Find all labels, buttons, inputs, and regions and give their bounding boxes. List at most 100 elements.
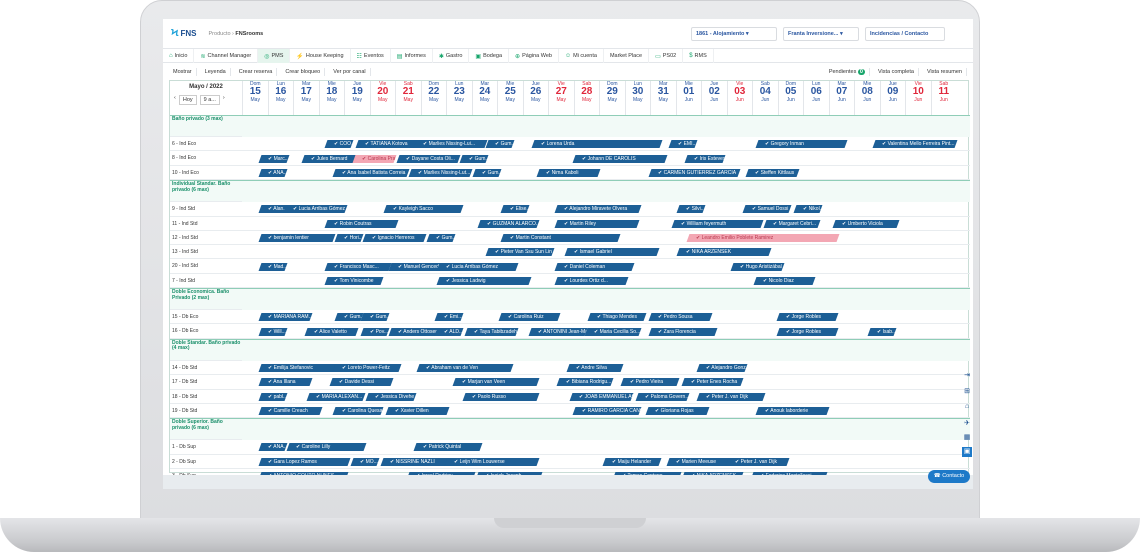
day-header[interactable]: Mar 07 Jun	[828, 81, 855, 115]
booking-bar[interactable]: ✔ Bibiana Rodrigu...	[556, 378, 614, 387]
summary-view-button[interactable]: Vista resumen	[923, 68, 967, 76]
booking-bar[interactable]: ✔ Thiago Mendes	[587, 313, 647, 322]
home-icon[interactable]: ⌂	[962, 403, 972, 413]
booking-bar[interactable]: ✔ Pov...	[360, 327, 389, 336]
day-header[interactable]: Lun 30 May	[624, 81, 651, 115]
booking-bar[interactable]: ✔ COO...	[324, 140, 354, 149]
booking-bar[interactable]: ✔ Carolina Prata S...	[352, 154, 397, 163]
menu-item-p-gina-web[interactable]: ⊕ Página Web	[509, 49, 559, 63]
menu-item-rms[interactable]: $ RMS	[683, 49, 714, 63]
booking-bar[interactable]: ✔ Umberto Viciola	[832, 219, 899, 228]
booking-bar[interactable]: ✔ MO...	[350, 457, 379, 466]
booking-bar[interactable]: ✔ NISSRINE NAZLI	[380, 457, 451, 466]
legend-dropdown[interactable]: Leyenda	[201, 68, 231, 76]
menu-item-ps02[interactable]: ▭ PS02	[649, 49, 684, 63]
booking-bar[interactable]: ✔ benjamin lentier	[258, 233, 336, 242]
booking-bar[interactable]: ✔ Emilija Stefanovic	[258, 364, 341, 373]
day-header[interactable]: Dom 05 Jun	[777, 81, 804, 115]
rate-row[interactable]	[242, 288, 970, 311]
booking-bar[interactable]: ✔ Marjan van Veen	[452, 378, 540, 387]
booking-bar[interactable]: ✔ Peter J. van Dijk	[696, 392, 767, 401]
booking-bar[interactable]: ✔ Steffen Kittlaus	[745, 168, 800, 177]
day-header[interactable]: Vie 27 May	[548, 81, 574, 115]
day-header[interactable]: Mar 17 May	[293, 81, 319, 115]
booking-bar[interactable]: ✔ Lourdes Ortiz d...	[554, 276, 629, 285]
booking-bar[interactable]: ✔ Johann DE CAROLIS	[572, 154, 667, 163]
day-header[interactable]: Jue 26 May	[522, 81, 549, 115]
booking-bar[interactable]: ✔ Gum...	[334, 313, 364, 322]
menu-item-house-keeping[interactable]: ⚡ House Keeping	[290, 49, 351, 63]
booking-bar[interactable]: ✔ Elise...	[500, 205, 530, 214]
booking-bar[interactable]: ✔ Maria Cecilia So...	[584, 327, 642, 336]
booking-bar[interactable]: ✔ Gloriana Rojas	[645, 407, 711, 415]
booking-bar[interactable]: ✔ Gum...	[485, 140, 514, 149]
booking-bar[interactable]: ✔ Gum...	[426, 233, 456, 242]
booking-bar[interactable]: ✔ Jules Bernard	[301, 154, 359, 163]
today-button[interactable]: Hoy	[178, 95, 197, 105]
day-header[interactable]: Lun 16 May	[267, 81, 294, 115]
booking-bar[interactable]: ✔ Pedro Sousa	[648, 313, 713, 322]
day-header[interactable]: Mar 31 May	[650, 81, 676, 115]
booking-bar[interactable]: ✔ ANA...	[258, 168, 287, 177]
booking-bar[interactable]: ✔ GUZMAN ALARCO...	[477, 219, 540, 228]
booking-bar[interactable]: ✔ Tom Vinicombe	[324, 276, 384, 285]
booking-bar[interactable]: ✔ Ana Isabel Batista Correia	[332, 168, 410, 177]
booking-bar[interactable]: ✔ Nikol...	[793, 205, 823, 214]
day-header[interactable]: Mie 25 May	[497, 81, 523, 115]
booking-bar[interactable]: ✔ Emi...	[434, 313, 463, 322]
booking-bar[interactable]: ✔ Ismael Gabriel	[564, 248, 660, 257]
full-view-button[interactable]: Vista completa	[874, 68, 919, 76]
booking-bar[interactable]: ✔ Lucia Arribas Gómez	[436, 262, 519, 271]
booking-bar[interactable]: ✔ Ana Illana	[258, 378, 313, 387]
booking-bar[interactable]: ✔ Dayane Costa Oli...	[396, 154, 461, 163]
booking-bar[interactable]: ✔ NIKA ARZENSEK	[676, 248, 772, 257]
horizontal-scrollbar[interactable]	[163, 475, 973, 489]
day-header[interactable]: Sab 28 May	[573, 81, 600, 115]
booking-bar[interactable]: ✔ MARIA ALEXAN...	[306, 392, 366, 401]
booking-bar[interactable]: ✔ ANA...	[258, 443, 287, 452]
calendar-icon[interactable]: ▦	[962, 433, 972, 443]
day-header[interactable]: Sab 11 Jun	[930, 81, 957, 115]
booking-bar[interactable]: ✔ Robin Coutras	[324, 219, 399, 228]
booking-bar[interactable]: ✔ Taya Tabibzadeh	[464, 327, 519, 336]
plane-icon[interactable]: ✈	[962, 419, 972, 429]
rate-row[interactable]	[242, 115, 970, 138]
booking-bar[interactable]: ✔ Patrick Quintal	[413, 443, 484, 452]
by-channel-button[interactable]: Ver por canal	[329, 68, 371, 76]
day-header[interactable]: Mie 08 Jun	[854, 81, 880, 115]
next-arrow-icon[interactable]: ›	[223, 95, 225, 105]
booking-bar[interactable]: ✔ Pieter Van Ssu Sun Lin	[485, 248, 555, 257]
day-header[interactable]: Mie 18 May	[318, 81, 345, 115]
booking-bar[interactable]: ✔ Daniel Coleman	[554, 262, 634, 271]
booking-bar[interactable]: ✔ Gara Lopez Ramos	[258, 457, 351, 466]
prev-arrow-icon[interactable]: ‹	[174, 95, 176, 105]
day-header[interactable]: Vie 03 Jun	[726, 81, 753, 115]
day-header[interactable]: Dom 15 May	[242, 81, 268, 115]
booking-bar[interactable]: ✔ Carolina Ruiz	[498, 313, 560, 322]
booking-bar[interactable]: ✔ EMI...	[668, 140, 698, 149]
booking-bar[interactable]: ✔ Isab...	[867, 327, 897, 336]
show-dropdown[interactable]: Mostrar	[169, 68, 197, 76]
booking-bar[interactable]: ✔ Nicolo Diaz	[753, 276, 815, 285]
day-header[interactable]: Mie 01 Jun	[675, 81, 702, 115]
booking-bar[interactable]: ✔ ALD...	[434, 327, 463, 336]
day-header[interactable]: Vie 10 Jun	[905, 81, 931, 115]
booking-bar[interactable]: ✔ Gum...	[360, 313, 389, 322]
booking-bar[interactable]: ✔ RAMIRO GARCIA CANO	[572, 407, 642, 415]
day-header[interactable]: Dom 29 May	[599, 81, 625, 115]
menu-item-channel-manager[interactable]: ≋ Channel Manager	[194, 49, 259, 63]
booking-bar[interactable]: ✔ Francisco Masc...	[324, 262, 392, 271]
booking-bar[interactable]: ✔ Mad...	[258, 262, 287, 271]
bed-icon[interactable]: ⊞	[962, 387, 972, 397]
booking-bar[interactable]: ✔ ANTONINI Jean-Marc	[528, 327, 588, 336]
booking-bar[interactable]: ✔ Peter J. van Dijk	[725, 457, 790, 466]
booking-bar[interactable]: ✔ Loreto Power-Feitz	[332, 364, 402, 373]
create-booking-button[interactable]: Crear reserva	[235, 68, 278, 76]
hotel-select[interactable]: 1861 - Alojamiento ▾	[691, 27, 777, 41]
day-header[interactable]: Mar 24 May	[471, 81, 498, 115]
booking-bar[interactable]: ✔ Hori...	[334, 233, 364, 242]
brand-logo[interactable]: Ϟ FNS	[171, 28, 197, 39]
booking-bar[interactable]: ✔ Ignacio Herreros	[362, 233, 428, 242]
booking-bar[interactable]: ✔ Gregory Inman	[755, 140, 848, 149]
menu-item-bodega[interactable]: ▣ Bodega	[469, 49, 510, 63]
